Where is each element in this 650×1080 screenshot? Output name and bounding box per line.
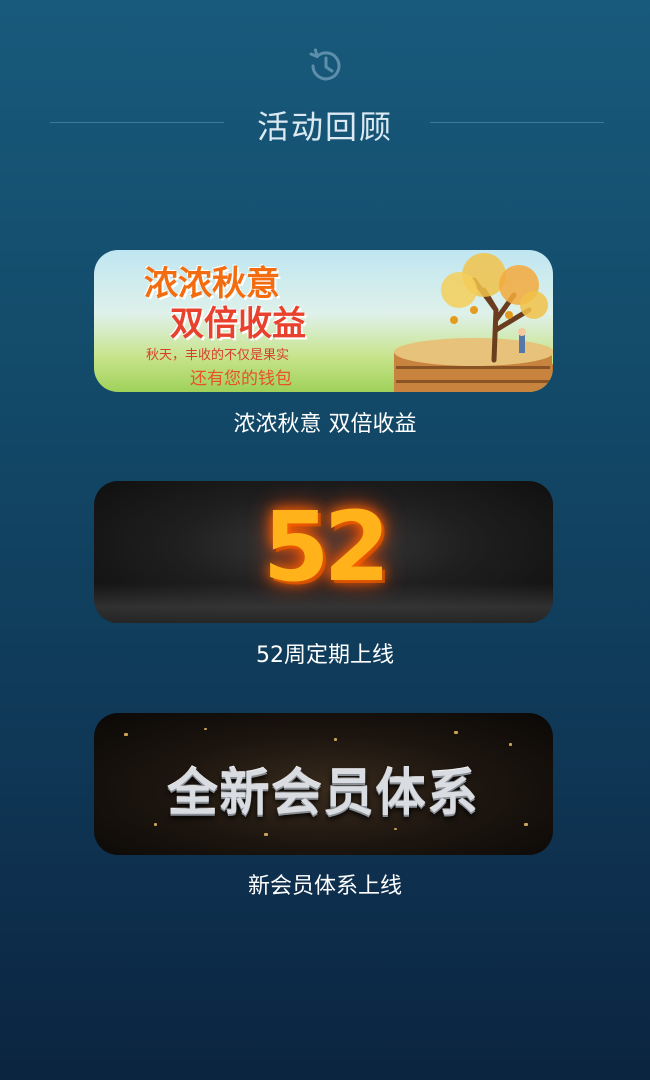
banner-number: 52 xyxy=(262,491,391,603)
particle xyxy=(509,743,512,746)
activity-caption[interactable]: 新会员体系上线 xyxy=(0,868,650,900)
banner-title: 全新会员体系 xyxy=(167,764,480,822)
money-tree-illustration xyxy=(394,253,553,392)
particle xyxy=(124,733,128,736)
activity-caption[interactable]: 52周定期上线 xyxy=(0,637,650,669)
activity-caption[interactable]: 浓浓秋意 双倍收益 xyxy=(0,406,650,438)
particle xyxy=(454,731,458,734)
activity-banner-membership[interactable]: 全新会员体系 xyxy=(94,713,553,855)
banner-subtitle-1: 秋天，丰收的不仅是果实 xyxy=(146,348,290,363)
particle xyxy=(204,728,207,730)
banner-subtitle-2: 还有您的钱包 xyxy=(190,369,292,389)
activity-banner-autumn[interactable]: 浓浓秋意 双倍收益 秋天，丰收的不仅是果实 还有您的钱包 xyxy=(94,250,553,392)
particle xyxy=(334,738,337,741)
history-icon xyxy=(309,48,341,81)
banner-title-line2: 双倍收益 xyxy=(170,304,306,344)
page-title: 活动回顾 xyxy=(256,108,393,146)
divider-right xyxy=(430,122,604,123)
section-header: 活动回顾 xyxy=(0,100,650,146)
particle xyxy=(264,833,268,836)
activity-banner-52-weeks[interactable]: 52 xyxy=(94,481,553,623)
particle xyxy=(394,828,397,830)
